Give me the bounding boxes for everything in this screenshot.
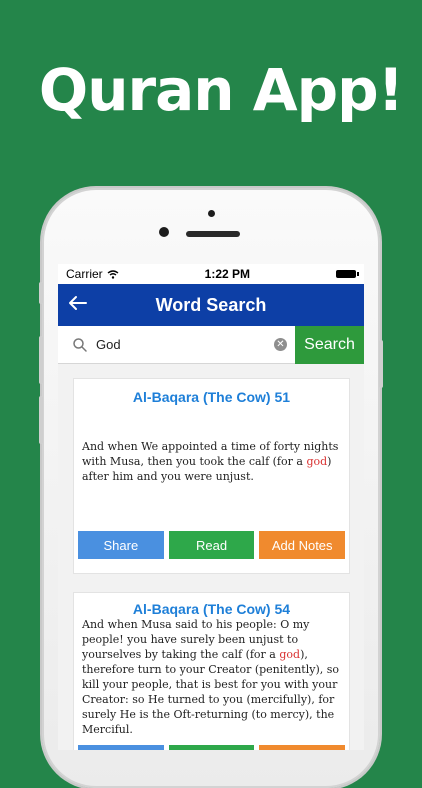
carrier-label: Carrier bbox=[66, 267, 103, 281]
page-title: Word Search bbox=[155, 294, 267, 315]
highlight-word: god bbox=[279, 648, 301, 661]
result-title[interactable]: Al-Baqara (The Cow) 51 bbox=[74, 389, 349, 405]
back-arrow-icon[interactable] bbox=[68, 292, 88, 316]
phone-side-button bbox=[39, 282, 43, 304]
search-input[interactable] bbox=[94, 336, 274, 353]
search-button[interactable]: Search bbox=[295, 326, 364, 364]
clear-icon[interactable]: ✕ bbox=[274, 338, 287, 351]
action-row: Share Read Add Notes bbox=[78, 745, 346, 750]
status-bar: Carrier 1:22 PM bbox=[58, 264, 364, 284]
results-list: Al-Baqara (The Cow) 51 And when We appoi… bbox=[58, 364, 364, 750]
result-title[interactable]: Al-Baqara (The Cow) 54 bbox=[74, 601, 349, 617]
search-row: ✕ Search bbox=[58, 326, 364, 364]
phone-side-button bbox=[39, 396, 43, 444]
phone-side-button bbox=[39, 336, 43, 384]
add-notes-button[interactable]: Add Notes bbox=[259, 745, 346, 750]
promo-headline: Quran App! bbox=[38, 56, 404, 124]
read-button[interactable]: Read bbox=[168, 745, 255, 750]
share-button[interactable]: Share bbox=[78, 531, 164, 559]
wifi-icon bbox=[107, 269, 119, 279]
search-box[interactable]: ✕ bbox=[58, 326, 295, 364]
result-card: Al-Baqara (The Cow) 51 And when We appoi… bbox=[73, 378, 350, 574]
phone-camera bbox=[159, 227, 169, 237]
highlight-word: god bbox=[306, 455, 328, 468]
add-notes-button[interactable]: Add Notes bbox=[259, 531, 346, 559]
status-time: 1:22 PM bbox=[204, 267, 251, 281]
app-screen: Carrier 1:22 PM Word Search ✕ Searc bbox=[58, 264, 364, 750]
result-card: Al-Baqara (The Cow) 54 And when Musa sai… bbox=[73, 592, 350, 750]
nav-bar: Word Search bbox=[58, 284, 364, 326]
phone-side-button bbox=[379, 340, 383, 388]
result-text: And when We appointed a time of forty ni… bbox=[82, 440, 339, 483]
phone-sensor bbox=[208, 210, 215, 217]
read-button[interactable]: Read bbox=[168, 531, 255, 559]
search-icon bbox=[73, 337, 87, 352]
result-text: And when Musa said to his people: O my p… bbox=[82, 618, 340, 736]
share-button[interactable]: Share bbox=[78, 745, 164, 750]
action-row: Share Read Add Notes bbox=[78, 531, 346, 559]
battery-icon bbox=[336, 270, 359, 278]
phone-speaker bbox=[186, 231, 240, 237]
